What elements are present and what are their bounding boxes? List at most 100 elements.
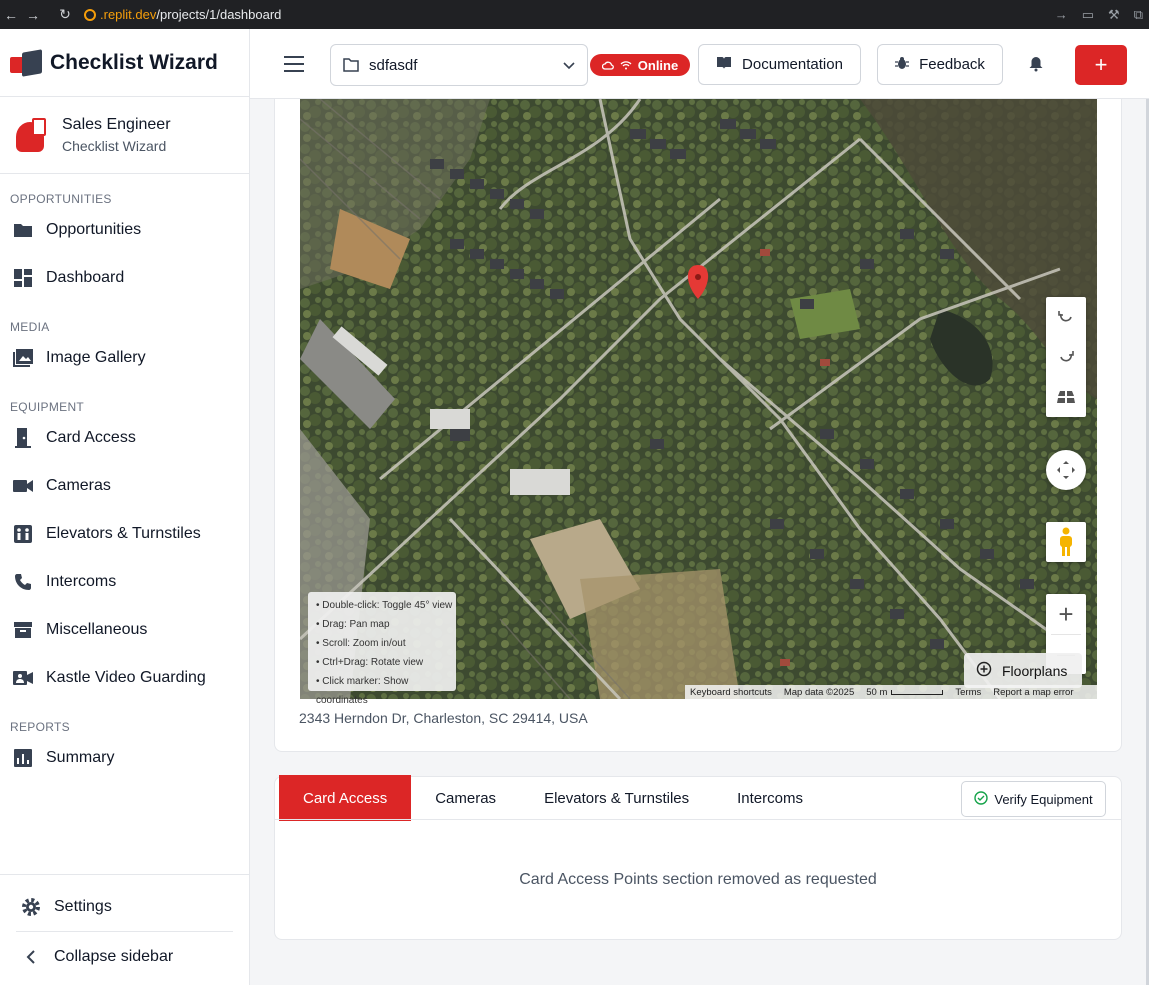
phone-icon [12, 572, 34, 592]
street-view-pegman-icon[interactable] [1046, 522, 1086, 562]
sidebar-item-card-access[interactable]: Card Access [0, 414, 249, 462]
sidebar-item-label: Dashboard [46, 269, 125, 286]
devices-icon[interactable]: ▭ [1082, 7, 1094, 23]
dashboard-icon [12, 268, 34, 288]
sidebar-item-summary[interactable]: Summary [0, 734, 249, 782]
settings-button[interactable]: Settings [0, 882, 249, 931]
terms-link[interactable]: Terms [955, 687, 981, 698]
sidebar-item-label: Miscellaneous [46, 621, 148, 638]
sidebar-item-kastle[interactable]: Kastle Video Guarding [0, 654, 249, 702]
tab-bar: Card Access Cameras Elevators & Turnstil… [279, 775, 827, 821]
tab-elevators-turnstiles[interactable]: Elevators & Turnstiles [520, 775, 713, 821]
sidebar-item-image-gallery[interactable]: Image Gallery [0, 334, 249, 382]
check-circle-icon [974, 790, 989, 808]
empty-state-message: Card Access Points section removed as re… [519, 871, 877, 888]
user-profile: Sales Engineer Checklist Wizard [0, 97, 249, 174]
sidebar-item-opportunities[interactable]: Opportunities [0, 206, 249, 254]
sidebar-item-intercoms[interactable]: Intercoms [0, 558, 249, 606]
sidebar-item-label: Image Gallery [46, 349, 146, 366]
help-line: • Scroll: Zoom in/out [316, 638, 406, 649]
tilt-icon[interactable] [1057, 377, 1075, 417]
zoom-in-button[interactable]: + [1058, 594, 1073, 634]
section-label-reports: REPORTS [10, 720, 70, 734]
help-line: • Ctrl+Drag: Rotate view [316, 657, 424, 668]
status-badge: Online [590, 54, 690, 76]
verify-equipment-button[interactable]: Verify Equipment [961, 781, 1106, 817]
sidebar-footer: Settings Collapse sidebar [0, 874, 249, 985]
cloud-icon [601, 58, 614, 73]
avatar [12, 116, 50, 154]
rotation-control [1046, 297, 1086, 417]
sidebar-item-cameras[interactable]: Cameras [0, 462, 249, 510]
settings-label: Settings [54, 897, 112, 915]
open-tab-icon[interactable]: ⧉ [1134, 7, 1143, 23]
map-address: 2343 Herndon Dr, Charleston, SC 29414, U… [299, 710, 588, 726]
browser-toolbar: ← → ↻ .replit.dev/projects/1/dashboard →… [0, 0, 1149, 29]
help-line: • Click marker: Show coordinates [316, 676, 409, 706]
tab-card-access[interactable]: Card Access [279, 775, 412, 821]
forward-icon[interactable]: → [22, 7, 44, 23]
bug-icon [895, 56, 910, 74]
go-icon[interactable]: → [1055, 7, 1068, 22]
map-data-label: Map data ©2025 [783, 686, 855, 698]
keyboard-shortcuts-link[interactable]: Keyboard shortcuts [690, 687, 772, 698]
project-select[interactable]: sdfasdf [330, 44, 588, 86]
sidebar-item-label: Elevators & Turnstiles [46, 525, 201, 542]
address-bar[interactable]: .replit.dev/projects/1/dashboard [84, 0, 281, 29]
map-help-box: • Double-click: Toggle 45° view • Drag: … [308, 592, 456, 706]
equipment-tabs-card: Card Access Cameras Elevators & Turnstil… [274, 775, 1122, 940]
tab-intercoms[interactable]: Intercoms [713, 775, 827, 821]
pan-compass-icon[interactable] [1046, 450, 1086, 490]
top-header: sdfasdf Online Documentation Feedback + [250, 29, 1149, 99]
door-icon [12, 428, 34, 448]
sidebar: Checklist Wizard Sales Engineer Checklis… [0, 29, 250, 985]
video-camera-icon [12, 476, 34, 496]
report-map-error-link[interactable]: Report a map error [993, 687, 1073, 698]
brand[interactable]: Checklist Wizard [0, 29, 249, 97]
help-line: • Double-click: Toggle 45° view [316, 600, 453, 611]
folder-outline-icon [343, 58, 359, 72]
bell-icon[interactable] [1029, 56, 1047, 74]
sidebar-item-miscellaneous[interactable]: Miscellaneous [0, 606, 249, 654]
scale-bar: 50 m [866, 686, 944, 698]
rotate-clockwise-icon[interactable] [1058, 297, 1074, 337]
site-info-icon[interactable] [84, 8, 96, 21]
sidebar-item-label: Kastle Video Guarding [46, 669, 206, 686]
section-label-equipment: EQUIPMENT [10, 400, 85, 414]
documentation-button[interactable]: Documentation [698, 44, 861, 85]
checklist-logo-icon [10, 48, 44, 77]
back-icon[interactable]: ← [0, 7, 22, 23]
help-line: • Drag: Pan map [316, 619, 390, 630]
tab-cameras[interactable]: Cameras [411, 775, 520, 821]
chevron-down-icon [563, 57, 575, 74]
chevron-left-icon [20, 949, 42, 964]
menu-icon[interactable] [284, 56, 304, 72]
floorplans-label: Floorplans [1002, 662, 1068, 679]
profile-subtitle: Checklist Wizard [62, 138, 167, 154]
floorplans-button[interactable]: Floorplans [964, 653, 1082, 688]
sidebar-item-label: Cameras [46, 477, 111, 494]
section-label-media: MEDIA [10, 320, 50, 334]
gear-icon [20, 897, 42, 917]
book-icon [716, 56, 732, 74]
collapse-sidebar-button[interactable]: Collapse sidebar [0, 932, 249, 981]
app-title: Checklist Wizard [50, 50, 218, 74]
sidebar-item-dashboard[interactable]: Dashboard [0, 254, 249, 302]
section-label-opportunities: OPPORTUNITIES [10, 192, 112, 206]
summary-report-icon [12, 748, 34, 768]
feedback-button[interactable]: Feedback [877, 44, 1003, 85]
project-name: sdfasdf [369, 56, 418, 74]
folder-icon [12, 220, 34, 240]
url-path: /projects/1/dashboard [156, 7, 282, 22]
sidebar-item-elevators[interactable]: Elevators & Turnstiles [0, 510, 249, 558]
reload-icon[interactable]: ↻ [54, 6, 76, 23]
rotate-counterclockwise-icon[interactable] [1058, 337, 1074, 377]
add-button[interactable]: + [1075, 45, 1127, 85]
status-label: Online [637, 57, 679, 73]
wrench-icon[interactable]: ⚒ [1108, 7, 1120, 23]
plus-circle-icon [976, 661, 992, 680]
documentation-label: Documentation [742, 56, 843, 73]
scale-label: 50 m [866, 686, 888, 698]
feedback-label: Feedback [919, 56, 985, 73]
wifi-icon [620, 58, 632, 73]
